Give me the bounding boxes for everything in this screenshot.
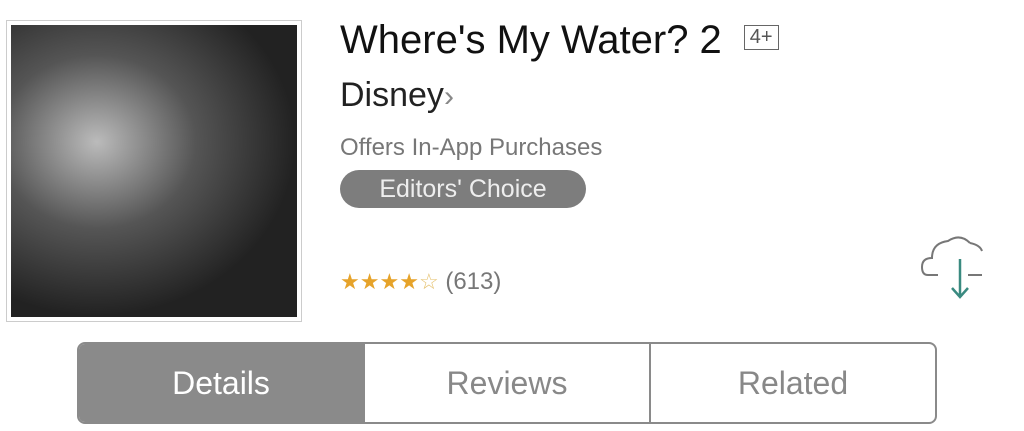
star-icon: ★ bbox=[359, 269, 380, 294]
rating: ★★★★☆ (613) bbox=[340, 268, 501, 296]
tab-reviews[interactable]: Reviews bbox=[363, 344, 649, 422]
developer-link[interactable]: Disney› bbox=[340, 76, 454, 115]
editors-choice-badge: Editors' Choice bbox=[340, 170, 586, 208]
tab-related[interactable]: Related bbox=[649, 344, 935, 422]
developer-name: Disney bbox=[340, 76, 444, 114]
app-title: Where's My Water? 2 4+ bbox=[340, 18, 779, 63]
app-artwork bbox=[11, 25, 297, 317]
star-icon: ★ bbox=[379, 269, 400, 294]
star-empty-icon: ☆ bbox=[418, 269, 439, 294]
iap-notice: Offers In-App Purchases bbox=[340, 134, 603, 161]
star-icon: ★ bbox=[340, 269, 360, 294]
cloud-download-icon[interactable] bbox=[918, 225, 988, 305]
age-rating-badge: 4+ bbox=[743, 25, 779, 50]
segmented-tabs: Details Reviews Related bbox=[77, 342, 937, 424]
chevron-right-icon: › bbox=[443, 80, 454, 113]
app-icon-image bbox=[6, 20, 302, 322]
star-rating: ★★★★☆ bbox=[340, 268, 445, 295]
app-title-text: Where's My Water? 2 bbox=[340, 18, 722, 62]
tab-details[interactable]: Details bbox=[79, 344, 363, 422]
rating-count: (613) bbox=[445, 268, 502, 295]
star-icon: ★ bbox=[399, 269, 419, 294]
